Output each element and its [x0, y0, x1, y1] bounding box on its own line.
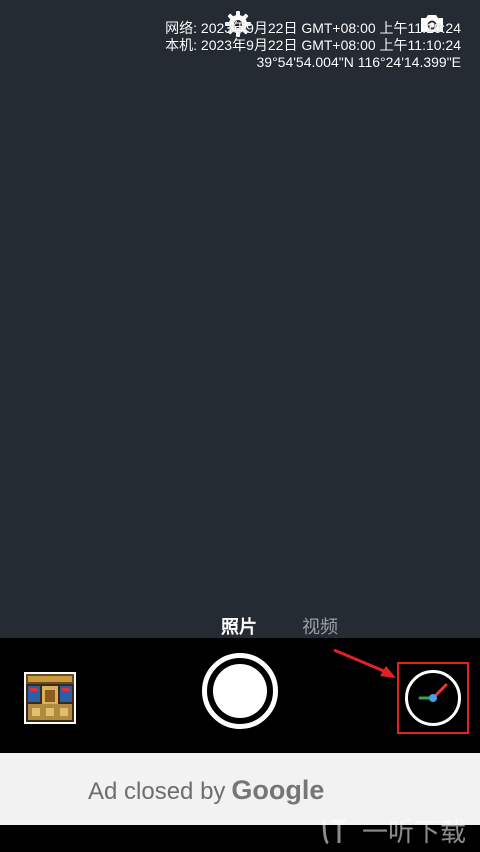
- ad-closed-label: Ad closed by: [88, 778, 226, 805]
- network-time-text: 网络: 2023年9月22日 GMT+08:00 上午11:10:24: [165, 20, 461, 36]
- camera-control-bar: [0, 638, 480, 753]
- timestamp-overlay: 网络: 2023年9月22日 GMT+08:00 上午11:10:24 本机: …: [165, 20, 461, 71]
- google-logo: Google: [231, 775, 325, 805]
- local-time-text: 本机: 2023年9月22日 GMT+08:00 上午11:10:24: [165, 37, 461, 53]
- site-watermark: 一听下载: [318, 810, 466, 850]
- timer-clock-icon[interactable]: [405, 670, 461, 726]
- watermark-logo-icon: [322, 818, 346, 845]
- tab-photo[interactable]: 照片: [221, 616, 257, 638]
- shutter-button[interactable]: [202, 653, 278, 729]
- shutter-inner: [213, 664, 267, 718]
- camera-viewfinder[interactable]: 网络: 2023年9月22日 GMT+08:00 上午11:10:24 本机: …: [0, 0, 480, 638]
- last-photo-thumbnail[interactable]: [24, 672, 76, 724]
- gps-coordinates-text: 39°54'54.004"N 116°24'14.399"E: [256, 54, 462, 70]
- watermark-text: 一听下载: [362, 816, 467, 847]
- tab-video[interactable]: 视频: [302, 616, 338, 638]
- ad-closed-text: Ad closed by Google: [88, 775, 324, 807]
- mode-tabs: 照片 视频: [0, 616, 480, 638]
